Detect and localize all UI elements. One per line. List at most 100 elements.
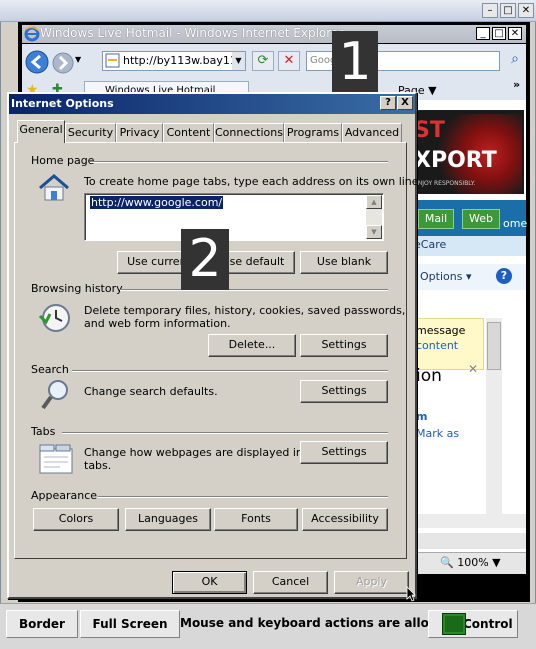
web-button[interactable]: Web [462, 209, 500, 229]
ie-window-title: Windows Live Hotmail - Windows Internet … [40, 26, 344, 40]
use-blank-button[interactable]: Use blank [300, 251, 388, 274]
notice-line1: message [416, 324, 466, 337]
tab-security[interactable]: Security [65, 123, 116, 142]
control-status-indicator [442, 613, 466, 635]
page-link-2[interactable]: Mark as [416, 427, 459, 440]
divider [90, 161, 388, 163]
history-settings-button[interactable]: Settings [300, 334, 388, 357]
tabs-description-line1: Change how webpages are displayed in [84, 446, 303, 459]
search-label: Search [31, 363, 69, 376]
full-screen-button[interactable]: Full Screen [80, 610, 180, 638]
appearance-label: Appearance [31, 489, 98, 502]
divider [98, 496, 388, 498]
tab-label: Advanced [344, 126, 400, 139]
tab-connections[interactable]: Connections [214, 123, 284, 142]
zoom-level: 100% [457, 556, 489, 569]
home-page-description: To create home page tabs, type each addr… [84, 175, 423, 188]
step-number-1: 1 [332, 31, 378, 93]
page-heading: ion [416, 366, 442, 386]
mouse-cursor-icon [406, 586, 416, 602]
scroll-strip [410, 533, 526, 549]
history-dropdown-icon[interactable]: ▼ [75, 55, 81, 64]
ad-text-line2: XPORT [414, 148, 497, 173]
dialog-close-button[interactable]: X [397, 96, 413, 110]
notice-link[interactable]: content [416, 339, 458, 352]
tab-label: Programs [286, 126, 340, 139]
divider [72, 370, 388, 372]
tab-label: Privacy [119, 126, 160, 139]
control-label: Control [463, 617, 513, 631]
remote-titlebar [0, 0, 536, 22]
scroll-down-icon[interactable]: ▼ [366, 225, 382, 239]
ie-close-icon[interactable]: ✕ [508, 27, 522, 40]
tab-label: Security [67, 126, 114, 139]
maximize-icon[interactable]: □ [500, 3, 516, 18]
accessibility-button[interactable]: Accessibility [302, 508, 388, 531]
scroll-up-icon[interactable]: ▲ [366, 195, 382, 209]
status-message: Mouse and keyboard actions are allowed [180, 616, 428, 630]
refresh-icon[interactable]: ⟳ [252, 51, 274, 71]
tabs-settings-button[interactable]: Settings [300, 441, 388, 464]
history-description-line2: and web form information. [84, 317, 231, 330]
minimize-icon[interactable]: – [482, 3, 498, 18]
delete-history-button[interactable]: Delete... [208, 334, 296, 357]
divider [120, 289, 388, 291]
dialog-title: Internet Options [11, 97, 114, 110]
history-clock-icon [38, 304, 70, 332]
ie-maximize-icon[interactable]: □ [492, 27, 506, 40]
close-icon[interactable]: ✕ [518, 3, 534, 18]
house-icon [39, 174, 69, 201]
tab-general[interactable]: General [17, 120, 65, 143]
tab-advanced[interactable]: Advanced [342, 123, 402, 142]
search-settings-button[interactable]: Settings [300, 380, 388, 403]
address-dropdown-icon[interactable]: ▼ [232, 52, 245, 70]
ad-tagline: ENJOY RESPONSIBLY. [414, 180, 476, 187]
page-icon [105, 53, 120, 68]
help-icon[interactable]: ? [496, 268, 512, 284]
home-page-label: Home page [31, 154, 95, 167]
help-button[interactable]: ? [380, 96, 396, 110]
home-page-url: http://www.google.com/ [90, 196, 224, 209]
brand-text: eCare [414, 238, 447, 251]
cancel-button[interactable]: Cancel [253, 571, 328, 594]
tab-label: General [19, 123, 63, 136]
magnifier-icon [41, 380, 68, 410]
ad-text-line1: ST [414, 118, 445, 143]
tab-programs[interactable]: Programs [284, 123, 342, 142]
zoom-icon: 🔍 [440, 556, 454, 569]
address-text: http://by113w.bay11 [123, 54, 237, 67]
toolbar-overflow-icon[interactable]: » [513, 78, 520, 91]
forward-icon[interactable] [52, 52, 74, 74]
stop-icon[interactable]: ✕ [278, 51, 300, 71]
options-label: Options [420, 270, 463, 283]
zoom-control[interactable]: 🔍 100% ▼ [440, 556, 501, 569]
tab-content[interactable]: Content [163, 123, 214, 142]
divider [62, 432, 388, 434]
ie-minimize-icon[interactable]: _ [476, 27, 490, 40]
tab-label: Connections [215, 126, 283, 139]
browsing-history-label: Browsing history [31, 282, 123, 295]
history-description-line1: Delete temporary files, history, cookies… [84, 304, 406, 317]
ie-logo-icon [24, 26, 40, 42]
border-button[interactable]: Border [6, 610, 78, 638]
step-number-2: 2 [181, 229, 229, 290]
tab-label: Content [166, 126, 211, 139]
page-scrollbar-thumb[interactable] [487, 322, 501, 370]
options-menu[interactable]: Options ▾ [420, 270, 471, 283]
apply-button[interactable]: Apply [334, 571, 409, 594]
home-link[interactable]: ome [503, 217, 527, 230]
mail-button[interactable]: Mail [418, 209, 454, 229]
ok-button[interactable]: OK [172, 571, 247, 594]
dismiss-icon[interactable]: ✕ [468, 362, 478, 376]
page-link-1[interactable]: m [416, 410, 427, 423]
tabs-description-line2: tabs. [84, 459, 112, 472]
tab-privacy[interactable]: Privacy [116, 123, 163, 142]
colors-button[interactable]: Colors [33, 508, 119, 531]
search-description: Change search defaults. [84, 385, 218, 398]
horizontal-scrollbar[interactable] [410, 514, 526, 528]
search-icon[interactable]: ⌕ [505, 51, 525, 71]
fonts-button[interactable]: Fonts [214, 508, 298, 531]
languages-button[interactable]: Languages [125, 508, 211, 531]
back-icon[interactable] [25, 50, 49, 74]
tabs-window-icon [39, 444, 73, 474]
